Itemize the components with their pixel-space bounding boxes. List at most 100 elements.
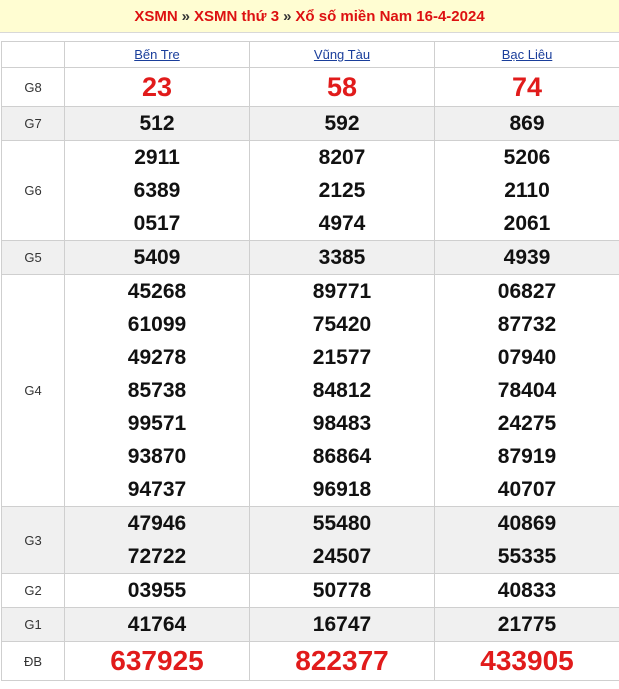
- prize-number: 6389: [133, 179, 181, 202]
- prize-cell: 512: [64, 106, 250, 141]
- breadcrumb-day-link[interactable]: XSMN thứ 3: [194, 8, 279, 25]
- prize-cell: 16747: [249, 607, 435, 642]
- prize-number: 07940: [497, 346, 557, 369]
- prize-number: 40869: [497, 512, 557, 535]
- prize-cell: 40833: [434, 573, 619, 608]
- province-header: Bến Tre: [64, 41, 250, 68]
- prize-row: G6 2911 6389 0517 8207 2125 4974 5206 2110 2061: [1, 140, 619, 241]
- prize-label: G4: [1, 274, 65, 507]
- prize-number: 2061: [503, 212, 551, 235]
- prize-number: 58: [326, 72, 358, 102]
- prize-label: G8: [1, 67, 65, 107]
- prize-number: 93870: [127, 445, 187, 468]
- prize-number: 21775: [497, 613, 557, 636]
- prize-cell: 06827 87732 07940 78404 24275 87919 40707: [434, 274, 619, 507]
- prize-number: 40707: [497, 478, 557, 501]
- prize-number: 74: [511, 72, 543, 102]
- prize-label: G5: [1, 240, 65, 275]
- prize-number: 23: [141, 72, 173, 102]
- prize-cell: 40869 55335: [434, 506, 619, 574]
- prize-number: 24275: [497, 412, 557, 435]
- province-header: Vũng Tàu: [249, 41, 435, 68]
- province-link[interactable]: Bạc Liêu: [502, 47, 553, 62]
- breadcrumb: XSMN » XSMN thứ 3 » Xổ số miền Nam 16-4-…: [0, 0, 619, 33]
- prize-number: 85738: [127, 379, 187, 402]
- prize-number: 40833: [497, 579, 557, 602]
- prize-row: G5 5409 3385 4939: [1, 240, 619, 275]
- prize-cell: 45268 61099 49278 85738 99571 93870 94737: [64, 274, 250, 507]
- breadcrumb-separator: »: [283, 7, 292, 25]
- prize-number: 433905: [480, 645, 574, 676]
- prize-label: G3: [1, 506, 65, 574]
- prize-number: 869: [509, 112, 545, 135]
- prize-label: ĐB: [1, 641, 65, 681]
- prize-cell: 55480 24507: [249, 506, 435, 574]
- prize-number: 87732: [497, 313, 557, 336]
- prize-number: 512: [139, 112, 175, 135]
- prize-number: 21577: [312, 346, 372, 369]
- prize-label-header: [1, 41, 65, 68]
- breadcrumb-home-link[interactable]: XSMN: [134, 8, 177, 25]
- prize-cell: 89771 75420 21577 84812 98483 86864 96918: [249, 274, 435, 507]
- prize-label: G6: [1, 140, 65, 241]
- prize-number: 55480: [312, 512, 372, 535]
- prize-row: G1 41764 16747 21775: [1, 607, 619, 642]
- prize-number: 99571: [127, 412, 187, 435]
- prize-row: G7 512 592 869: [1, 106, 619, 141]
- prize-cell: 637925: [64, 641, 250, 681]
- prize-number: 3385: [318, 246, 366, 269]
- prize-row: G8 23 58 74: [1, 67, 619, 107]
- results-page: XSMN » XSMN thứ 3 » Xổ số miền Nam 16-4-…: [0, 0, 619, 689]
- prize-number: 47946: [127, 512, 187, 535]
- prize-number: 2110: [504, 179, 550, 202]
- prize-label: G2: [1, 573, 65, 608]
- province-link[interactable]: Vũng Tàu: [314, 47, 370, 62]
- prize-cell: 50778: [249, 573, 435, 608]
- prize-cell: 2911 6389 0517: [64, 140, 250, 241]
- prize-number: 78404: [497, 379, 557, 402]
- prize-cell: 47946 72722: [64, 506, 250, 574]
- prize-number: 4939: [503, 246, 551, 269]
- prize-cell: 41764: [64, 607, 250, 642]
- prize-cell: 21775: [434, 607, 619, 642]
- prize-row: G3 47946 72722 55480 24507 40869 55335: [1, 506, 619, 574]
- prize-number: 45268: [127, 280, 187, 303]
- prize-number: 5409: [133, 246, 181, 269]
- prize-number: 822377: [295, 645, 389, 676]
- prize-number: 16747: [312, 613, 372, 636]
- prize-cell: 3385: [249, 240, 435, 275]
- prize-number: 24507: [312, 545, 372, 568]
- prize-cell: 23: [64, 67, 250, 107]
- prize-number: 2911: [134, 146, 180, 169]
- province-header: Bạc Liêu: [434, 41, 619, 68]
- breadcrumb-current-link[interactable]: Xổ số miền Nam 16-4-2024: [295, 8, 484, 25]
- prize-cell: 74: [434, 67, 619, 107]
- prize-label: G7: [1, 106, 65, 141]
- prize-number: 0517: [133, 212, 181, 235]
- prize-number: 06827: [497, 280, 557, 303]
- prize-cell: 8207 2125 4974: [249, 140, 435, 241]
- prize-rows: G8 23 58 74 G7 512 592 869 G6 2911 6389 0517 8207 212…: [1, 67, 619, 681]
- prize-label: G1: [1, 607, 65, 642]
- prize-number: 592: [324, 112, 360, 135]
- prize-cell: 433905: [434, 641, 619, 681]
- prize-number: 637925: [110, 645, 204, 676]
- province-link[interactable]: Bến Tre: [134, 47, 180, 62]
- prize-number: 84812: [312, 379, 372, 402]
- prize-number: 03955: [127, 579, 187, 602]
- prize-cell: 4939: [434, 240, 619, 275]
- prize-number: 75420: [312, 313, 372, 336]
- prize-number: 98483: [312, 412, 372, 435]
- prize-row: G4 45268 61099 49278 85738 99571 93870 94737 897…: [1, 274, 619, 507]
- prize-row: ĐB 637925 822377 433905: [1, 641, 619, 681]
- prize-number: 61099: [127, 313, 187, 336]
- prize-row: G2 03955 50778 40833: [1, 573, 619, 608]
- prize-number: 89771: [312, 280, 372, 303]
- prize-number: 50778: [312, 579, 372, 602]
- prize-number: 8207: [318, 146, 366, 169]
- prize-number: 87919: [497, 445, 557, 468]
- prize-number: 2125: [318, 179, 366, 202]
- breadcrumb-separator: »: [181, 7, 191, 25]
- province-header-row: Bến Tre Vũng Tàu Bạc Liêu: [1, 41, 619, 68]
- prize-number: 55335: [497, 545, 557, 568]
